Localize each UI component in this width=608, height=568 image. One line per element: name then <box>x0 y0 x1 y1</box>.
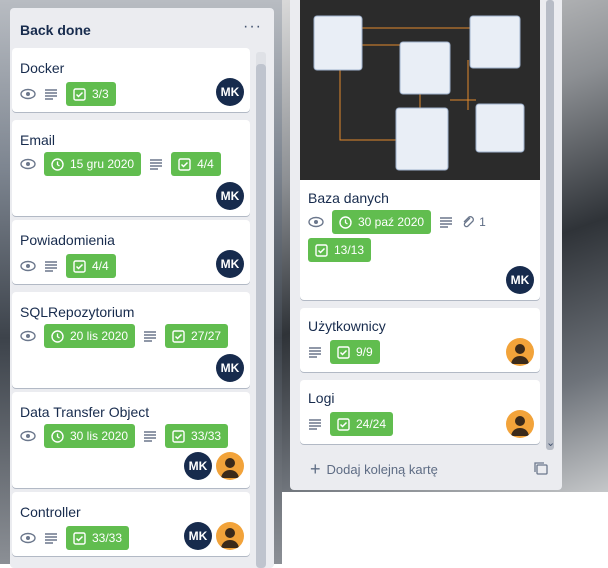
card-docker[interactable]: Docker 3/3 MK <box>12 48 250 112</box>
user-avatar-icon[interactable] <box>506 410 534 438</box>
card-template-icon[interactable] <box>534 462 548 481</box>
checklist-badge: 3/3 <box>66 82 116 106</box>
paperclip-icon <box>463 216 474 228</box>
avatar[interactable]: MK <box>216 182 244 210</box>
description-icon <box>44 259 58 273</box>
card-baza-danych[interactable]: Baza danych 30 paź 2020 1 13/13 MK <box>300 0 540 300</box>
card-cover-image <box>300 0 540 180</box>
checklist-badge: 33/33 <box>66 526 130 550</box>
card-uzytkownicy[interactable]: Użytkownicy 9/9 <box>300 308 540 372</box>
checklist-badge: 9/9 <box>330 340 380 364</box>
description-icon <box>439 215 453 229</box>
plus-icon: + <box>310 459 321 479</box>
card-title: Użytkownicy <box>308 318 386 334</box>
avatar[interactable]: MK <box>216 250 244 278</box>
card-title: Baza danych <box>308 190 389 206</box>
description-icon <box>149 157 163 171</box>
user-avatar-icon[interactable] <box>216 452 244 480</box>
description-icon <box>44 531 58 545</box>
checklist-badge: 4/4 <box>66 254 116 278</box>
checklist-badge: 4/4 <box>171 152 221 176</box>
watch-eye-icon <box>20 258 36 274</box>
card-title: Controller <box>20 504 81 520</box>
checklist-badge: 13/13 <box>308 238 372 262</box>
avatar[interactable]: MK <box>184 522 212 550</box>
card-controller[interactable]: Controller 33/33 MK <box>12 492 250 556</box>
scrollbar[interactable] <box>546 0 554 450</box>
list-menu-button[interactable]: ··· <box>243 18 262 36</box>
due-date-badge[interactable]: 15 gru 2020 <box>44 152 142 176</box>
checklist-badge: 33/33 <box>165 424 229 448</box>
list-back-done: Back done ··· Docker 3/3 MK Email 15 gru… <box>10 8 274 568</box>
watch-eye-icon <box>20 156 36 172</box>
user-avatar-icon[interactable] <box>216 522 244 550</box>
list-second: ⌄ Baza danych 30 paź 2020 1 13/13 MK Uży… <box>290 0 562 490</box>
card-email[interactable]: Email 15 gru 2020 4/4 MK <box>12 120 250 216</box>
list-title[interactable]: Back done <box>20 22 91 38</box>
card-title: Data Transfer Object <box>20 404 150 420</box>
watch-eye-icon <box>20 328 36 344</box>
card-title: Email <box>20 132 56 148</box>
due-date-badge[interactable]: 30 paź 2020 <box>332 210 432 234</box>
card-title: Powiadomienia <box>20 232 115 248</box>
description-icon <box>308 345 322 359</box>
add-card-button[interactable]: + Dodaj kolejną kartę <box>310 460 438 478</box>
avatar[interactable]: MK <box>216 354 244 382</box>
user-avatar-icon[interactable] <box>506 338 534 366</box>
card-logi[interactable]: Logi 24/24 <box>300 380 540 444</box>
due-date-badge[interactable]: 30 lis 2020 <box>44 424 136 448</box>
attachment-badge: 1 <box>461 215 486 229</box>
checklist-badge: 24/24 <box>330 412 394 436</box>
card-title: Docker <box>20 60 65 76</box>
watch-eye-icon <box>20 530 36 546</box>
description-icon <box>143 329 157 343</box>
card-title: SQLRepozytorium <box>20 304 135 320</box>
scrollbar-thumb[interactable] <box>256 64 266 568</box>
watch-eye-icon <box>20 86 36 102</box>
watch-eye-icon <box>308 214 324 230</box>
avatar[interactable]: MK <box>216 78 244 106</box>
description-icon <box>308 417 322 431</box>
card-powiadomienia[interactable]: Powiadomienia 4/4 MK <box>12 220 250 284</box>
checklist-badge: 27/27 <box>165 324 229 348</box>
description-icon <box>143 429 157 443</box>
card-title: Logi <box>308 390 335 406</box>
watch-eye-icon <box>20 428 36 444</box>
card-data-transfer-object[interactable]: Data Transfer Object 30 lis 2020 33/33 M… <box>12 392 250 488</box>
avatar[interactable]: MK <box>184 452 212 480</box>
avatar[interactable]: MK <box>506 266 534 294</box>
scroll-down-icon[interactable]: ⌄ <box>546 436 555 449</box>
card-sqlrepozytorium[interactable]: SQLRepozytorium 20 lis 2020 27/27 MK <box>12 292 250 388</box>
description-icon <box>44 87 58 101</box>
due-date-badge[interactable]: 20 lis 2020 <box>44 324 136 348</box>
